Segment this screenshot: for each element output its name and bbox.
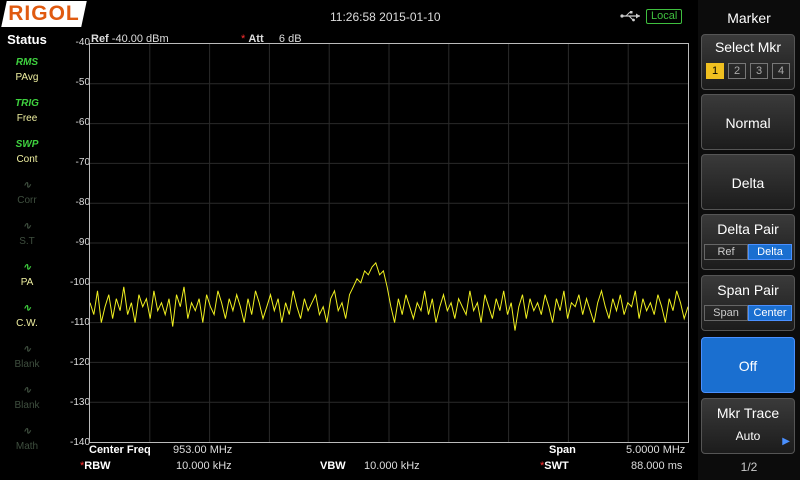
normal-softkey[interactable]: Normal <box>701 94 795 150</box>
status-item-label: Free <box>16 113 38 124</box>
status-item-label: PAvg <box>15 72 39 83</box>
rbw-label: *RBW <box>80 460 111 472</box>
status-item-free[interactable]: TRIG Free <box>4 95 50 133</box>
y-tick-label: -70 <box>75 157 90 168</box>
delta-pair-delta-option[interactable]: Delta <box>748 244 792 260</box>
y-tick-label: -100 <box>69 277 90 288</box>
marker-4-option[interactable]: 4 <box>772 63 790 79</box>
y-tick-label: -110 <box>70 317 90 328</box>
y-tick-label: -50 <box>75 77 90 88</box>
swp-icon: SWP <box>15 139 39 150</box>
y-tick-label: -60 <box>75 117 90 128</box>
math-icon: ∿ <box>22 426 32 437</box>
datetime: 11:26:58 2015-01-10 <box>330 10 441 24</box>
pa-icon: ∿ <box>22 262 32 273</box>
vbw-value: 10.000 kHz <box>364 460 420 472</box>
menu-title: Marker <box>727 10 771 26</box>
local-badge: Local <box>646 9 683 24</box>
rigol-logo: RIGOL <box>1 1 87 27</box>
y-tick-label: -90 <box>75 237 90 248</box>
spectrum-svg <box>89 44 689 442</box>
st-icon: ∿ <box>22 221 32 232</box>
span-label: Span <box>549 444 576 456</box>
status-item-pa[interactable]: ∿ PA <box>4 259 50 297</box>
rms-icon: RMS <box>15 57 39 68</box>
y-tick-label: -130 <box>69 397 90 408</box>
blank-icon: ∿ <box>22 344 32 355</box>
span-pair-center-option[interactable]: Center <box>748 305 792 321</box>
status-item-blank[interactable]: ∿ Blank <box>4 382 50 420</box>
blank-icon: ∿ <box>22 385 32 396</box>
status-item-label: Blank <box>14 359 40 370</box>
status-item-math[interactable]: ∿ Math <box>4 423 50 461</box>
status-item-label: Math <box>15 441 39 452</box>
marker-trace-softkey[interactable]: Mkr Trace Auto ▶ <box>701 398 795 454</box>
swt-value: 88.000 ms <box>631 460 683 472</box>
y-tick-label: -80 <box>75 197 90 208</box>
status-item-st[interactable]: ∿ S.T <box>4 218 50 256</box>
status-item-blank[interactable]: ∿ Blank <box>4 341 50 379</box>
menu-page-indicator[interactable]: 1/2 <box>698 460 800 474</box>
status-item-corr[interactable]: ∿ Corr <box>4 177 50 215</box>
center-freq-value: 953.00 MHz <box>173 444 233 456</box>
y-tick-label: -140 <box>69 437 90 448</box>
status-item-cw[interactable]: ∿ C.W. <box>4 300 50 338</box>
status-panel: Status RMS PAvg TRIG Free SWP Cont ∿ Corr ∿ S.T ∿ P… <box>0 32 54 480</box>
status-item-pavg[interactable]: RMS PAvg <box>4 54 50 92</box>
status-item-label: PA <box>20 277 34 288</box>
status-title: Status <box>7 32 47 47</box>
swt-label: *SWT <box>540 460 569 472</box>
spectrum-plot[interactable] <box>89 43 689 443</box>
rbw-value: 10.000 kHz <box>176 460 232 472</box>
softkey-menu: Marker Select Mkr 1234 Normal Delta Delt… <box>698 0 800 480</box>
status-item-label: S.T <box>19 236 35 247</box>
delta-pair-ref-option[interactable]: Ref <box>704 244 748 260</box>
status-item-label: Cont <box>16 154 38 165</box>
delta-pair-softkey[interactable]: Delta Pair Ref Delta <box>701 214 795 270</box>
span-value: 5.0000 MHz <box>626 444 686 456</box>
top-bar: RIGOL 11:26:58 2015-01-10 Local <box>0 0 696 32</box>
status-item-cont[interactable]: SWP Cont <box>4 136 50 174</box>
usb-icon <box>620 11 640 22</box>
marker-3-option[interactable]: 3 <box>750 63 768 79</box>
y-tick-label: -120 <box>69 357 90 368</box>
center-freq-label: Center Freq <box>89 444 151 456</box>
status-item-label: Blank <box>14 400 40 411</box>
vbw-label: VBW <box>320 460 346 472</box>
span-pair-span-option[interactable]: Span <box>704 305 748 321</box>
marker-2-option[interactable]: 2 <box>728 63 746 79</box>
select-marker-softkey[interactable]: Select Mkr 1234 <box>701 34 795 90</box>
status-item-label: Corr <box>17 195 37 206</box>
trig-icon: TRIG <box>15 98 39 109</box>
marker-1-option[interactable]: 1 <box>706 63 724 79</box>
off-softkey[interactable]: Off <box>701 337 795 393</box>
cw-icon: ∿ <box>22 303 32 314</box>
status-item-label: C.W. <box>16 318 38 329</box>
corr-icon: ∿ <box>22 180 32 191</box>
span-pair-softkey[interactable]: Span Pair Span Center <box>701 275 795 331</box>
y-tick-label: -40 <box>75 37 90 48</box>
delta-softkey[interactable]: Delta <box>701 154 795 210</box>
submenu-arrow-icon: ▶ <box>782 436 790 447</box>
